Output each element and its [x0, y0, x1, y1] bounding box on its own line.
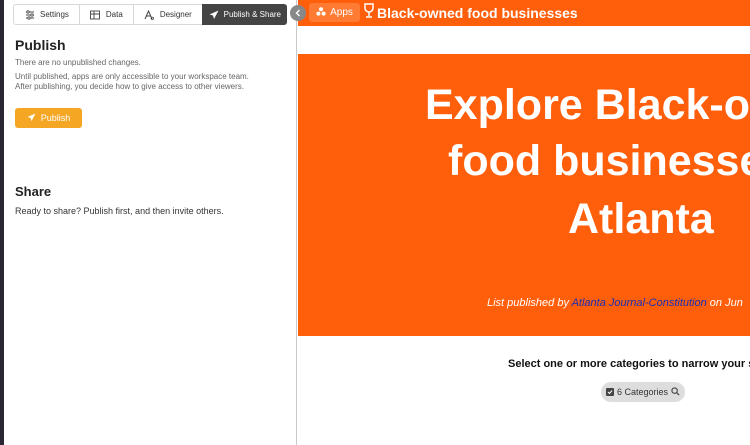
publish-heading: Publish — [15, 37, 66, 53]
publish-button[interactable]: Publish — [15, 108, 82, 128]
editor-tabs: Settings Data Designer Publish & Share — [13, 4, 287, 25]
table-icon — [90, 9, 101, 20]
tab-publish-share-label: Publish & Share — [223, 10, 282, 19]
sidebar-edge — [0, 0, 4, 445]
sliders-icon — [24, 9, 35, 20]
tab-designer[interactable]: Designer — [132, 4, 202, 25]
share-description: Ready to share? Publish first, and then … — [15, 206, 224, 216]
credit-prefix: List published by — [487, 297, 572, 309]
chevron-left-icon — [294, 4, 302, 22]
filter-prompt: Select one or more categories to narrow … — [508, 358, 750, 370]
tab-settings[interactable]: Settings — [13, 4, 79, 25]
tab-data-label: Data — [105, 10, 123, 19]
publish-status-text: There are no unpublished changes. — [15, 58, 141, 67]
publish-button-label: Publish — [40, 113, 71, 123]
editor-panel: Settings Data Designer Publish & Share P… — [0, 0, 297, 445]
checkbox-icon — [605, 388, 614, 396]
apps-icon — [316, 6, 326, 19]
tab-publish-share[interactable]: Publish & Share — [201, 4, 287, 25]
tab-settings-label: Settings — [40, 10, 69, 19]
search-icon — [671, 386, 680, 398]
apps-button[interactable]: Apps — [309, 3, 360, 22]
credit-suffix: on Jun — [706, 297, 743, 309]
hero-title-line2: food businesse — [448, 137, 750, 185]
publish-description-line1: Until published, apps are only accessibl… — [15, 72, 249, 81]
hero-title-line1: Explore Black-o — [425, 81, 750, 129]
filter-section: Select one or more categories to narrow … — [298, 336, 750, 445]
categories-filter-button[interactable]: 6 Categories — [601, 382, 685, 402]
tab-designer-label: Designer — [159, 10, 192, 19]
share-heading: Share — [15, 184, 52, 199]
collapse-panel-button[interactable] — [290, 5, 306, 21]
app-title-group: Black-owned food businesses — [364, 3, 578, 23]
publish-description-line2: After publishing, you decide how to give… — [15, 82, 245, 91]
designer-icon — [144, 9, 155, 20]
hero-credit: List published by Atlanta Journal-Consti… — [487, 297, 743, 309]
app-title: Black-owned food businesses — [377, 5, 578, 21]
hero-title-line3: Atlanta — [568, 195, 714, 243]
paper-plane-icon — [209, 9, 219, 20]
apps-label: Apps — [330, 7, 353, 18]
categories-label: 6 Categories — [616, 387, 669, 397]
hero-banner: Explore Black-o food businesse Atlanta L… — [298, 54, 750, 336]
header-spacer — [298, 26, 750, 54]
credit-link[interactable]: Atlanta Journal-Constitution — [572, 297, 707, 309]
tab-data[interactable]: Data — [78, 4, 133, 25]
wine-glass-icon — [364, 3, 374, 23]
paper-plane-icon — [27, 112, 36, 124]
